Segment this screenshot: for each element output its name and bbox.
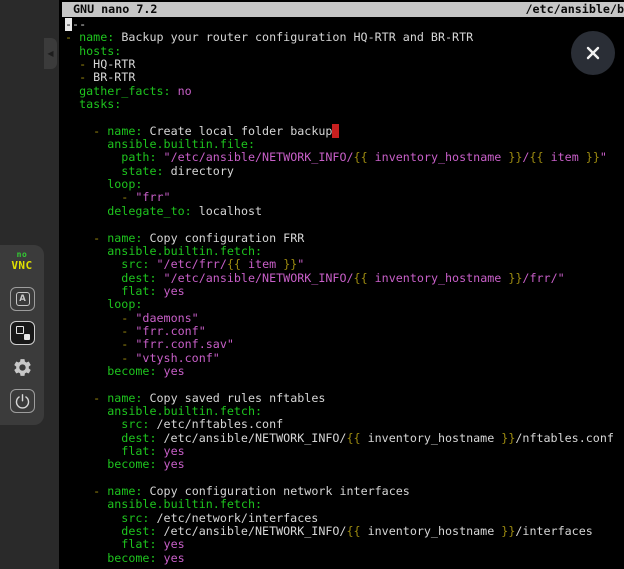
code-line: - HQ-RTR — [59, 58, 624, 71]
code-line: loop: — [59, 178, 624, 191]
code-line: - BR-RTR — [59, 71, 624, 84]
chevron-left-icon: ◀ — [47, 49, 53, 58]
power-button[interactable] — [10, 389, 35, 413]
nano-version-label: GNU nano 7.2 — [73, 2, 157, 17]
code-line: - "frr" — [59, 191, 624, 204]
code-line: path: "/etc/ansible/NETWORK_INFO/{{ inve… — [59, 151, 624, 164]
code-line: - "frr.conf.sav" — [59, 338, 624, 351]
code-line — [59, 218, 624, 231]
code-line: dest: /etc/ansible/NETWORK_INFO/{{ inven… — [59, 525, 624, 538]
code-line: - name: Create local folder backup — [59, 125, 624, 138]
fullscreen-button[interactable] — [10, 321, 35, 345]
code-line — [59, 472, 624, 485]
code-line: src: "/etc/frr/{{ item }}" — [59, 258, 624, 271]
nano-titlebar: GNU nano 7.2 /etc/ansible/b — [62, 2, 624, 17]
code-line: become: yes — [59, 552, 624, 565]
code-line: flat: yes — [59, 445, 624, 458]
code-line: ansible.builtin.fetch: — [59, 405, 624, 418]
code-line: - name: Copy saved rules nftables — [59, 392, 624, 405]
code-line: hosts: — [59, 45, 624, 58]
code-line: ansible.builtin.fetch: — [59, 245, 624, 258]
vnc-logo-bottom: VNC — [0, 260, 44, 271]
code-line: delegate_to: localhost — [59, 205, 624, 218]
settings-button[interactable] — [10, 355, 35, 379]
code-line: src: /etc/network/interfaces — [59, 512, 624, 525]
vnc-logo: no VNC — [0, 251, 44, 271]
code-line: --- — [59, 18, 624, 31]
code-line: - "frr.conf" — [59, 325, 624, 338]
code-line — [59, 378, 624, 391]
code-line: - "daemons" — [59, 312, 624, 325]
code-line — [59, 111, 624, 124]
resize-icon — [15, 325, 31, 341]
vnc-toolbar: no VNC A — [0, 245, 44, 425]
power-icon — [14, 393, 31, 410]
code-line: ansible.builtin.fetch: — [59, 498, 624, 511]
desktop: GNU nano 7.2 /etc/ansible/b ---- name: B… — [0, 0, 624, 569]
close-button[interactable] — [571, 31, 615, 75]
code-line: - "vtysh.conf" — [59, 352, 624, 365]
code-line: flat: yes — [59, 285, 624, 298]
code-line: become: yes — [59, 365, 624, 378]
code-line: - name: Backup your router configuration… — [59, 31, 624, 44]
code-line: tasks: — [59, 98, 624, 111]
code-line: dest: /etc/ansible/NETWORK_INFO/{{ inven… — [59, 432, 624, 445]
a-key-icon: A — [16, 292, 30, 306]
nano-filepath-label: /etc/ansible/b — [525, 2, 624, 17]
code-line: dest: "/etc/ansible/NETWORK_INFO/{{ inve… — [59, 272, 624, 285]
gear-icon — [12, 357, 33, 378]
code-line: - name: Copy configuration FRR — [59, 232, 624, 245]
vnc-logo-top: no — [0, 251, 44, 259]
terminal-window[interactable]: GNU nano 7.2 /etc/ansible/b ---- name: B… — [59, 0, 624, 569]
code-line: become: yes — [59, 458, 624, 471]
editor-content[interactable]: ---- name: Backup your router configurat… — [59, 18, 624, 569]
code-line: flat: yes — [59, 538, 624, 551]
code-line: gather_facts: no — [59, 85, 624, 98]
code-line: loop: — [59, 298, 624, 311]
code-line: src: /etc/nftables.conf — [59, 418, 624, 431]
close-icon — [584, 44, 602, 62]
code-line: state: directory — [59, 165, 624, 178]
code-line: - name: Copy configuration network inter… — [59, 485, 624, 498]
code-line: ansible.builtin.file: — [59, 138, 624, 151]
keyboard-button[interactable]: A — [10, 287, 35, 311]
toolbar-collapse-handle[interactable]: ◀ — [44, 38, 57, 69]
